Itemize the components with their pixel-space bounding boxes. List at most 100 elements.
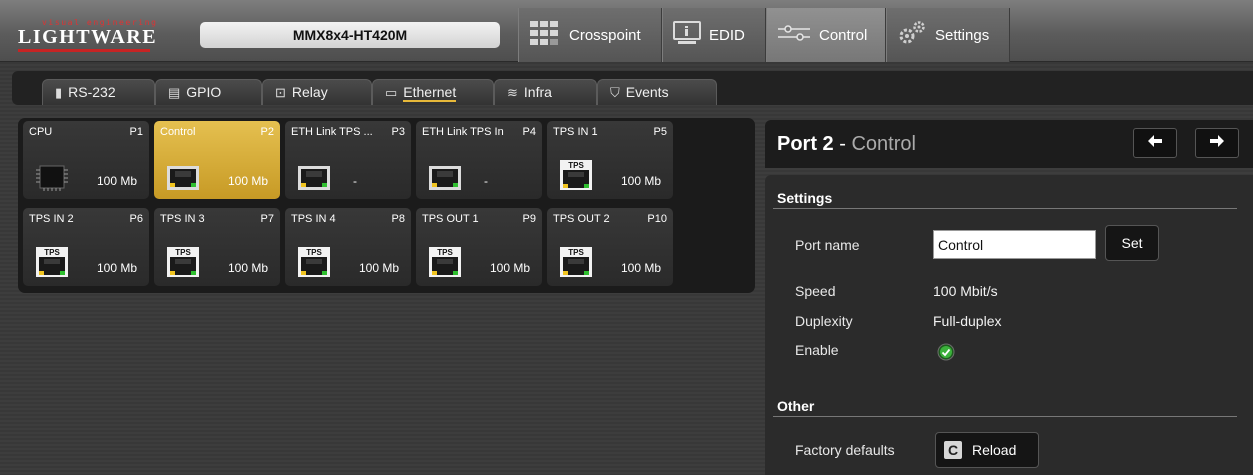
- reload-button-label: Reload: [972, 442, 1017, 458]
- port-card-p5[interactable]: TPS IN 1 P5 TPS 100 Mb: [547, 121, 673, 199]
- next-port-button[interactable]: [1195, 128, 1239, 158]
- port-speed: 100 Mb: [97, 174, 138, 188]
- port-name: TPS IN 2: [29, 213, 74, 225]
- port-number: P6: [129, 213, 143, 225]
- port-card-p9[interactable]: TPS OUT 1 P9 TPS 100 Mb: [416, 208, 542, 286]
- port-card-p3[interactable]: ETH Link TPS ... P3 -: [285, 121, 411, 199]
- duplexity-value: Full-duplex: [933, 313, 1002, 329]
- port-number: P4: [522, 126, 536, 138]
- port-name: ETH Link TPS In: [422, 126, 504, 138]
- duplexity-label: Duplexity: [795, 313, 853, 329]
- other-section-title: Other: [777, 398, 815, 414]
- reload-icon: C: [944, 441, 962, 459]
- previous-port-button[interactable]: [1133, 128, 1177, 158]
- port-speed: -: [484, 174, 488, 188]
- gears-icon: [897, 20, 927, 50]
- speed-label: Speed: [795, 283, 836, 299]
- nav-tab-settings-label: Settings: [935, 26, 990, 44]
- settings-divider: [773, 208, 1237, 209]
- tps-rj45-icon: TPS: [559, 159, 593, 191]
- reload-factory-defaults-button[interactable]: C Reload: [935, 432, 1039, 468]
- port-detail-panel: Settings Port name Set Speed 100 Mbit/s …: [765, 175, 1253, 475]
- port-name: TPS IN 3: [160, 213, 205, 225]
- logo-underline: [18, 49, 150, 52]
- other-divider: [773, 416, 1237, 417]
- port-number: P10: [647, 213, 667, 225]
- tps-rj45-icon: TPS: [428, 246, 462, 278]
- port-speed: 100 Mb: [621, 174, 662, 188]
- port-speed: 100 Mb: [228, 174, 269, 188]
- port-name-label: Port name: [795, 237, 860, 253]
- port-title-number: Port 2: [777, 133, 834, 155]
- nav-tab-crosspoint[interactable]: Crosspoint: [518, 8, 662, 62]
- ethernet-icon: ▭: [385, 84, 398, 100]
- port-name-input[interactable]: [933, 230, 1096, 259]
- port-speed: 100 Mb: [97, 261, 138, 275]
- tab-relay[interactable]: ⊡ Relay: [262, 79, 372, 105]
- nav-tab-crosspoint-label: Crosspoint: [569, 26, 641, 44]
- control-subtab-bar: ▮ RS-232 ▤ GPIO ⊡ Relay ▭ Ethernet ≋ Inf…: [12, 71, 1253, 105]
- port-speed: 100 Mb: [621, 261, 662, 275]
- svg-text:TPS: TPS: [437, 248, 453, 257]
- tab-infra-label: Infra: [523, 83, 552, 100]
- port-card-p8[interactable]: TPS IN 4 P8 TPS 100 Mb: [285, 208, 411, 286]
- port-detail-header: Port 2 - Control: [765, 120, 1253, 168]
- device-name-label: MMX8x4-HT420M: [200, 22, 500, 48]
- port-title-name: Control: [851, 133, 916, 155]
- port-number: P7: [260, 213, 274, 225]
- port-name: ETH Link TPS ...: [291, 126, 373, 138]
- svg-text:TPS: TPS: [175, 248, 191, 257]
- port-number: P2: [260, 126, 274, 138]
- nav-tab-edid-label: EDID: [709, 26, 745, 44]
- port-name: TPS OUT 2: [553, 213, 610, 225]
- relay-icon: ⊡: [275, 84, 286, 100]
- port-name: CPU: [29, 126, 53, 138]
- port-name: Control: [160, 126, 196, 138]
- tps-rj45-icon: TPS: [297, 246, 331, 278]
- nav-tab-edid[interactable]: EDID: [662, 8, 766, 62]
- port-title: Port 2 - Control: [777, 133, 916, 156]
- port-card-p2[interactable]: Control P2 100 Mb: [154, 121, 280, 199]
- port-card-p4[interactable]: ETH Link TPS In P4 -: [416, 121, 542, 199]
- tab-rs232[interactable]: ▮ RS-232: [42, 79, 155, 105]
- infrared-signal-icon: ≋: [507, 84, 518, 100]
- port-name: TPS IN 4: [291, 213, 336, 225]
- nav-tab-settings[interactable]: Settings: [886, 8, 1010, 62]
- svg-text:TPS: TPS: [568, 161, 584, 170]
- top-bar: visual engineering LIGHTWARE MMX8x4-HT42…: [0, 0, 1253, 62]
- port-speed: 100 Mb: [490, 261, 531, 275]
- ethernet-port-grid: CPU P1 100 Mb Control P2 100 Mb ETH Link TPS .…: [18, 118, 755, 293]
- settings-section-title: Settings: [777, 190, 833, 206]
- port-number: P9: [522, 213, 536, 225]
- port-number: P1: [129, 126, 143, 138]
- enable-toggle-checked-icon[interactable]: [937, 343, 955, 361]
- monitor-info-icon: [673, 20, 701, 50]
- port-card-p10[interactable]: TPS OUT 2 P10 TPS 100 Mb: [547, 208, 673, 286]
- tab-ethernet-label: Ethernet: [403, 83, 457, 102]
- tps-rj45-icon: TPS: [35, 246, 69, 278]
- lightware-logo: visual engineering LIGHTWARE: [18, 18, 158, 52]
- nav-tab-control-label: Control: [819, 26, 868, 44]
- port-card-p6[interactable]: TPS IN 2 P6 TPS 100 Mb: [23, 208, 149, 286]
- port-name: TPS IN 1: [553, 126, 598, 138]
- port-card-p1[interactable]: CPU P1 100 Mb: [23, 121, 149, 199]
- tab-gpio-label: GPIO: [186, 83, 222, 100]
- rj45-icon: [297, 165, 331, 191]
- port-card-p7[interactable]: TPS IN 3 P7 TPS 100 Mb: [154, 208, 280, 286]
- port-speed: 100 Mb: [228, 261, 269, 275]
- port-number: P3: [391, 126, 405, 138]
- tps-rj45-icon: TPS: [559, 246, 593, 278]
- tab-events[interactable]: ⛉ Events: [597, 79, 717, 105]
- tab-gpio[interactable]: ▤ GPIO: [155, 79, 262, 105]
- sliders-icon: [777, 23, 811, 47]
- set-port-name-button[interactable]: Set: [1105, 225, 1159, 261]
- tab-relay-label: Relay: [291, 83, 328, 100]
- tab-infra[interactable]: ≋ Infra: [494, 79, 597, 105]
- tps-rj45-icon: TPS: [166, 246, 200, 278]
- port-number: P5: [653, 126, 667, 138]
- gpio-connector-icon: ▤: [168, 84, 181, 100]
- port-name: TPS OUT 1: [422, 213, 479, 225]
- nav-tab-control[interactable]: Control: [766, 8, 886, 62]
- tab-ethernet[interactable]: ▭ Ethernet: [372, 79, 494, 105]
- tab-events-label: Events: [625, 83, 669, 100]
